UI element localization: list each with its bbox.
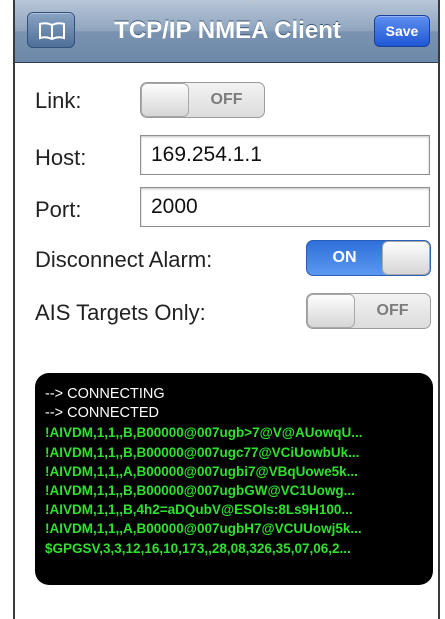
toggle-knob — [307, 294, 355, 328]
navigation-bar: TCP/IP NMEA Client Save — [15, 0, 438, 63]
toggle-state: OFF — [376, 302, 409, 319]
disconnect-alarm-label: Disconnect Alarm: — [35, 247, 213, 272]
nmea-console: --> CONNECTING --> CONNECTED !AIVDM,1,1,… — [35, 373, 433, 585]
nmea-sentence-line: !AIVDM,1,1,,B,4h2=aDQubV@ESOls:8Ls9H100.… — [45, 502, 353, 518]
app-window: TCP/IP NMEA Client Save Link: OFF Host: … — [13, 0, 440, 619]
toggle-state: OFF — [210, 91, 243, 108]
nmea-sentence-line: !AIVDM,1,1,,A,B00000@007ugbH7@VCUUowj5k.… — [45, 521, 362, 537]
nmea-sentence-line: !AIVDM,1,1,,B,B00000@007ugc77@VCiUowbUk.… — [45, 444, 360, 460]
nmea-sentence-line: !AIVDM,1,1,,A,B00000@007ugbi7@VBqUowe5k.… — [45, 463, 358, 479]
toggle-knob — [382, 241, 430, 275]
save-button[interactable]: Save — [374, 15, 430, 47]
ais-targets-only-toggle[interactable]: OFF — [306, 293, 431, 329]
page-title: TCP/IP NMEA Client — [114, 17, 341, 44]
disconnect-alarm-toggle[interactable]: ON — [306, 240, 431, 276]
link-toggle[interactable]: OFF — [140, 82, 265, 118]
host-label: Host: — [35, 145, 87, 170]
port-label: Port: — [35, 197, 82, 222]
console-status-line: --> CONNECTING — [45, 386, 165, 402]
ais-targets-only-label: AIS Targets Only: — [35, 300, 206, 325]
nmea-sentence-line: $GPGSV,3,3,12,16,10,173,,28,08,326,35,07… — [45, 540, 351, 556]
toggle-state: ON — [332, 249, 357, 266]
toggle-knob — [141, 83, 189, 117]
link-label: Link: — [35, 88, 82, 113]
bookmarks-button[interactable] — [27, 12, 75, 48]
book-icon — [39, 22, 65, 41]
host-field[interactable]: 169.254.1.1 — [140, 135, 430, 175]
console-status-line: --> CONNECTED — [45, 405, 159, 422]
port-field[interactable]: 2000 — [140, 187, 430, 227]
nmea-sentence-line: !AIVDM,1,1,,B,B00000@007ugb>7@V@AUowqU..… — [45, 425, 363, 441]
nmea-sentence-line: !AIVDM,1,1,,B,B00000@007ugbGW@VC1Uowg... — [45, 483, 355, 499]
